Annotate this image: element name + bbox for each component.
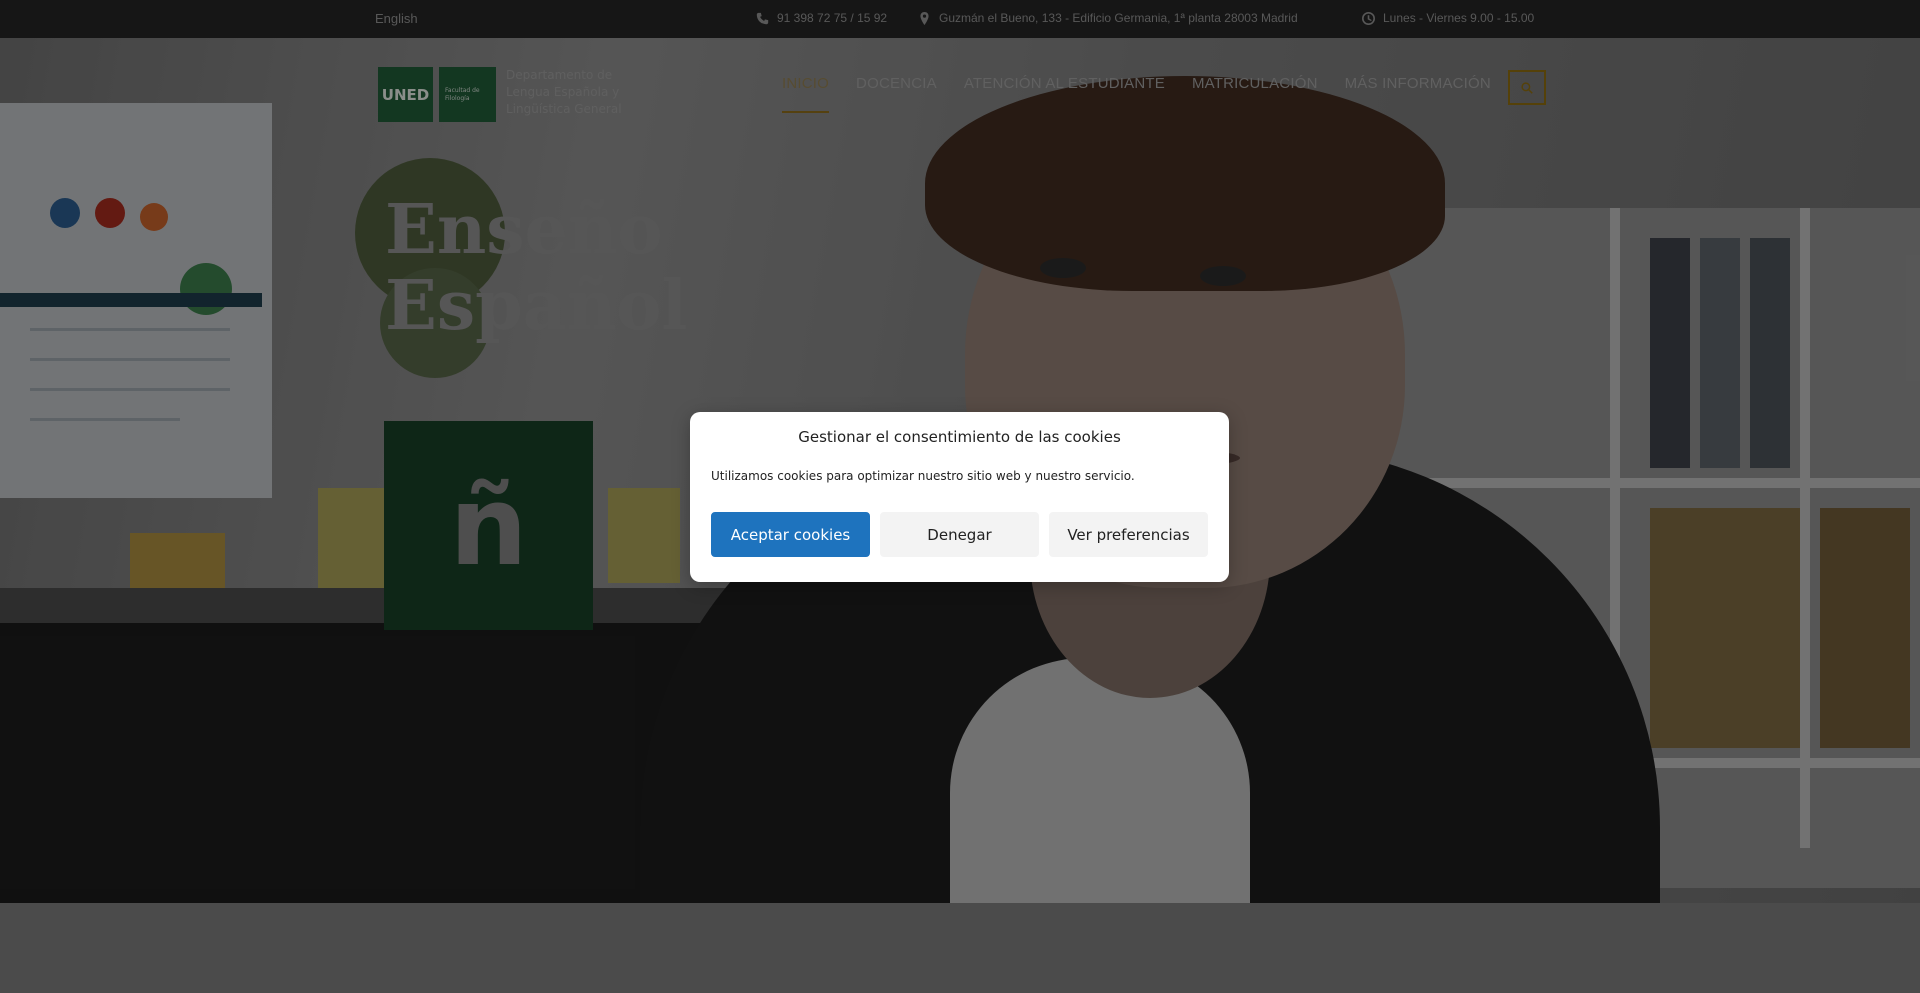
cookie-consent-modal: Gestionar el consentimiento de las cooki… [690, 412, 1229, 582]
cookie-modal-title: Gestionar el consentimiento de las cooki… [798, 428, 1121, 446]
accept-cookies-button[interactable]: Aceptar cookies [711, 512, 870, 557]
cookie-modal-text: Utilizamos cookies para optimizar nuestr… [711, 469, 1135, 483]
view-preferences-button[interactable]: Ver preferencias [1049, 512, 1208, 557]
deny-cookies-button[interactable]: Denegar [880, 512, 1039, 557]
